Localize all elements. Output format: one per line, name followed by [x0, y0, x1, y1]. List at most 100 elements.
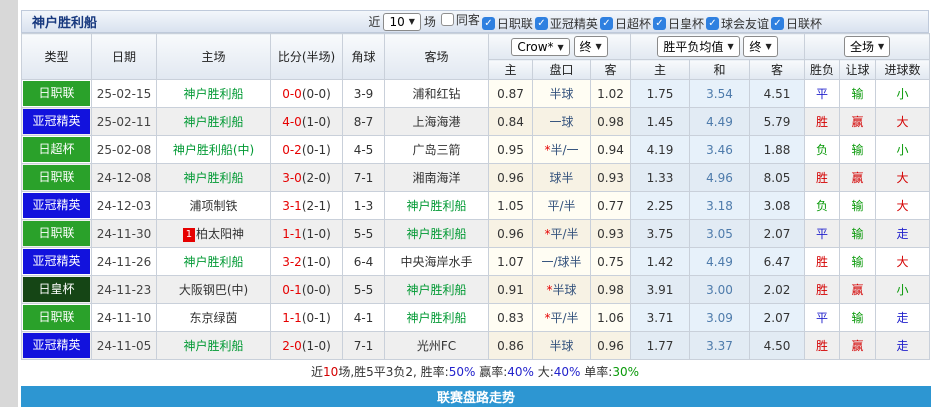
avg-draw-odds: 4.49: [689, 107, 751, 136]
match-result: 胜: [804, 275, 841, 304]
match-row: 日职联 24-12-08 神户胜利船 3-0(2-0) 7-1 湘南海洋 0.9…: [21, 163, 931, 192]
match-date: 24-11-26: [91, 247, 157, 276]
home-team[interactable]: 大阪钢巴(中): [156, 275, 271, 304]
league-badge: 亚冠精英: [23, 109, 90, 134]
match-row: 日职联 25-02-15 神户胜利船 0-0(0-0) 3-9 浦和红钻 0.8…: [21, 79, 931, 108]
subcol-odds-home: 主: [488, 59, 533, 80]
corner-count: 5-5: [342, 275, 385, 304]
score-cell: 0-2(0-1): [270, 135, 343, 164]
home-team[interactable]: 神户胜利船: [156, 247, 271, 276]
home-team[interactable]: 神户胜利船: [156, 331, 271, 360]
goals-result: 大: [875, 163, 931, 192]
filter-日超杯[interactable]: ✓ 日超杯: [599, 15, 651, 32]
score-cell: 3-0(2-0): [270, 163, 343, 192]
checkbox-checked-icon[interactable]: ✓: [481, 17, 495, 30]
avg-away-odds: 6.47: [749, 247, 806, 276]
handicap-result: 赢: [839, 163, 877, 192]
match-result: 平: [804, 219, 841, 248]
half-time-score: (1-0): [301, 338, 331, 353]
away-odds: 0.98: [589, 107, 632, 136]
home-team[interactable]: 浦项制铁: [156, 191, 271, 220]
avg-odds-group: 胜平负均值 ▼ 终 ▼: [630, 33, 806, 60]
summary-segment: 40%: [507, 365, 534, 379]
away-team[interactable]: 上海海港: [384, 107, 489, 136]
league-badge: 日皇杯: [23, 277, 90, 302]
subcol-avg-home: 主: [630, 59, 691, 80]
scope-select[interactable]: 全场 ▼: [843, 36, 891, 57]
home-team[interactable]: 东京绿茵: [156, 303, 271, 332]
away-odds: 0.93: [589, 163, 632, 192]
half-time-score: (1-0): [301, 254, 331, 269]
summary-segment: 赢率:: [475, 365, 508, 379]
handicap-change-star: *: [546, 283, 553, 297]
filter-日职联[interactable]: ✓ 日职联: [481, 15, 533, 32]
goals-result: 小: [875, 79, 931, 108]
away-team[interactable]: 神户胜利船: [384, 275, 489, 304]
filter-group: 同客 ✓ 日职联 ✓ 亚冠精英 ✓ 日超杯 ✓ 日皇杯 ✓ 球会友谊 ✓ 日联杯: [439, 11, 822, 32]
match-date: 24-12-03: [91, 191, 157, 220]
handicap-result: 输: [839, 135, 877, 164]
footer-bar[interactable]: 联赛盘路走势: [21, 386, 931, 407]
away-team[interactable]: 神户胜利船: [384, 191, 489, 220]
avg-draw-odds: 3.54: [689, 79, 751, 108]
col-header-corner: 角球: [342, 33, 385, 80]
avg-odds-select[interactable]: 胜平负均值 ▼: [657, 36, 740, 57]
avg-home-odds: 1.77: [630, 331, 691, 360]
match-result: 胜: [804, 247, 841, 276]
avg-draw-odds: 3.46: [689, 135, 751, 164]
avg-away-odds: 2.07: [749, 219, 806, 248]
recent-count-select[interactable]: 10 ▼: [383, 12, 421, 31]
goals-result: 走: [875, 303, 931, 332]
away-team[interactable]: 神户胜利船: [384, 303, 489, 332]
full-time-score: 2-0: [282, 338, 302, 353]
filter-日联杯[interactable]: ✓ 日联杯: [770, 15, 822, 32]
away-odds: 0.98: [589, 275, 632, 304]
checkbox-checked-icon[interactable]: ✓: [534, 17, 548, 30]
checkbox-checked-icon[interactable]: ✓: [599, 17, 613, 30]
team-header-bar: 神户胜利船 近 10 ▼ 场 同客 ✓ 日职联 ✓ 亚冠精英 ✓ 日超杯 ✓ 日皇杯 ✓ 球会友谊 ✓…: [21, 10, 929, 33]
filter-label: 亚冠精英: [549, 17, 598, 31]
checkbox-checked-icon[interactable]: ✓: [705, 17, 719, 30]
league-badge-cell: 亚冠精英: [21, 191, 92, 220]
filter-日皇杯[interactable]: ✓ 日皇杯: [652, 15, 704, 32]
away-team[interactable]: 中央海岸水手: [384, 247, 489, 276]
odds-company-select[interactable]: Crow* ▼: [511, 38, 570, 56]
away-team[interactable]: 神户胜利船: [384, 219, 489, 248]
filter-球会友谊[interactable]: ✓ 球会友谊: [705, 15, 769, 32]
checkbox-unchecked-icon[interactable]: [440, 13, 454, 26]
home-team[interactable]: 神户胜利船: [156, 79, 271, 108]
home-team[interactable]: 1 柏太阳神: [156, 219, 271, 248]
score-cell: 0-1(0-0): [270, 275, 343, 304]
handicap-line: 球半: [532, 163, 591, 192]
scope-group: 全场 ▼: [804, 33, 931, 60]
avg-home-odds: 1.33: [630, 163, 691, 192]
full-time-score: 0-2: [282, 142, 302, 157]
league-badge: 日职联: [23, 81, 90, 106]
goals-result: 大: [875, 191, 931, 220]
subcol-avg-draw: 和: [689, 59, 751, 80]
goals-result: 小: [875, 135, 931, 164]
away-team[interactable]: 浦和红钻: [384, 79, 489, 108]
home-team[interactable]: 神户胜利船: [156, 107, 271, 136]
away-team[interactable]: 广岛三箭: [384, 135, 489, 164]
handicap-line: *半球: [532, 275, 591, 304]
score-cell: 1-1(0-1): [270, 303, 343, 332]
chevron-down-icon: ▼: [727, 42, 734, 51]
home-team[interactable]: 神户胜利船: [156, 163, 271, 192]
avg-away-odds: 4.51: [749, 79, 806, 108]
away-team[interactable]: 光州FC: [384, 331, 489, 360]
odds-time-select[interactable]: 终 ▼: [573, 36, 608, 57]
checkbox-checked-icon[interactable]: ✓: [770, 17, 784, 30]
score-cell: 2-0(1-0): [270, 331, 343, 360]
away-odds: 1.02: [589, 79, 632, 108]
avg-time-select[interactable]: 终 ▼: [743, 36, 778, 57]
filter-亚冠精英[interactable]: ✓ 亚冠精英: [534, 15, 598, 32]
summary-segment: 50%: [448, 365, 476, 379]
home-team[interactable]: 神户胜利船(中): [156, 135, 271, 164]
checkbox-checked-icon[interactable]: ✓: [652, 17, 666, 30]
avg-home-odds: 3.75: [630, 219, 691, 248]
filter-同客[interactable]: 同客: [440, 11, 480, 28]
corner-count: 8-7: [342, 107, 385, 136]
full-time-score: 0-1: [282, 282, 302, 297]
away-team[interactable]: 湘南海洋: [384, 163, 489, 192]
